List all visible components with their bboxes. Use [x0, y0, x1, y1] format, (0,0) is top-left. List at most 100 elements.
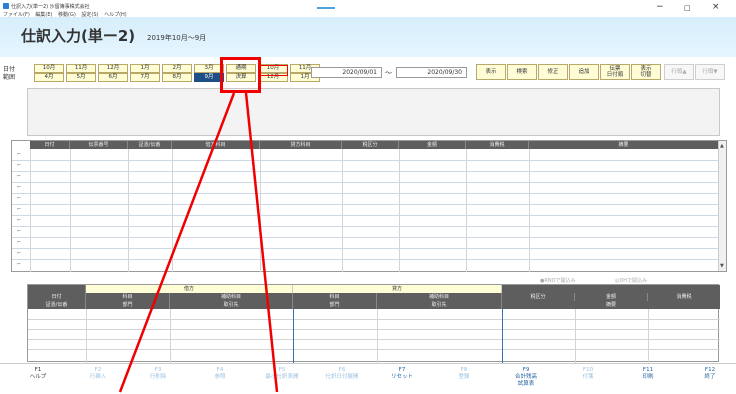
message-area — [27, 88, 720, 136]
f5-button[interactable]: F5 最小仕訳表開 — [252, 367, 312, 381]
display-button[interactable]: 表示 — [476, 64, 506, 80]
detail-col-tax: 消費税 — [648, 293, 720, 301]
row-marker-icon[interactable]: ⌐ — [17, 195, 23, 202]
row-marker-icon[interactable]: ⌐ — [17, 261, 23, 268]
callout-highlight-box — [220, 57, 261, 93]
maximize-icon[interactable]: □ — [684, 4, 691, 12]
fkey-label: F5 — [278, 367, 286, 373]
detail-col-date: 日付 — [28, 293, 86, 301]
nav-prev-label: 行頭▲ — [671, 69, 687, 75]
grid-row-line — [12, 204, 719, 205]
grid-row-line — [12, 248, 719, 249]
row-marker-icon[interactable]: ⌐ — [17, 206, 23, 213]
month-btn-r2-4[interactable]: 8月 — [162, 73, 192, 82]
month-btn-r2-2[interactable]: 6月 — [98, 73, 128, 82]
detail-vline — [86, 309, 87, 363]
f10-sticky-button[interactable]: F10 付箋 — [558, 367, 618, 381]
col-consumption-tax: 消費税 — [466, 141, 529, 149]
search-button[interactable]: 検索 — [507, 64, 537, 80]
add-label: 追加 — [578, 69, 590, 75]
fkey-label: F3 — [154, 367, 162, 373]
close-icon[interactable]: × — [712, 2, 720, 12]
search-label: 検索 — [516, 69, 528, 75]
page-title: 仕訳入力(単ー2) — [21, 27, 136, 45]
f6-button[interactable]: F6 仕訳日付展開 — [312, 367, 372, 381]
modify-label: 修正 — [547, 69, 559, 75]
nav-next-button[interactable]: 行頭▼ — [695, 64, 725, 80]
month-btn-r2-0[interactable]: 4月 — [34, 73, 64, 82]
date-tilde: ～ — [385, 69, 392, 77]
grid-scrollbar[interactable]: ▲ ▼ — [718, 141, 726, 271]
col-summary: 摘要 — [618, 142, 629, 148]
fkey-text: リセット — [390, 374, 413, 380]
month-btn-r1-1[interactable]: 11月 — [66, 64, 96, 73]
fkey-text: 行削除 — [149, 374, 167, 380]
detail-vline — [502, 309, 503, 363]
display-switch-button[interactable]: 表示 切替 — [631, 64, 661, 80]
minimize-icon[interactable]: − — [656, 2, 664, 12]
row-marker-icon[interactable]: ⌐ — [17, 250, 23, 257]
modify-button[interactable]: 修正 — [538, 64, 568, 80]
date-from-input[interactable]: 2020/09/01 — [311, 67, 382, 78]
fkey-text: 付箋 — [582, 374, 594, 380]
row-marker-icon[interactable]: ⌐ — [17, 162, 23, 169]
detail-vline — [575, 309, 576, 363]
scroll-up-icon[interactable]: ▲ — [720, 143, 724, 149]
row-marker-icon[interactable]: ⌐ — [17, 217, 23, 224]
sort-label-2: 日付順 — [606, 72, 624, 78]
switch-label-2: 切替 — [640, 72, 652, 78]
display-label: 表示 — [485, 69, 497, 75]
detail-spacer — [28, 285, 86, 293]
col-amount: 金額 — [399, 141, 466, 149]
row-marker-icon[interactable]: ⌐ — [17, 228, 23, 235]
scroll-down-icon[interactable]: ▼ — [720, 263, 724, 269]
f1-help-button[interactable]: F1 ヘルプ — [8, 367, 68, 381]
journal-grid[interactable]: 日付 伝票番号 証憑/伝番 借方科目 貸方科目 税区分 金額 消費税 摘要 ⌐ … — [11, 140, 727, 272]
radio-dh-filter[interactable]: ◎DHで開込み — [615, 277, 647, 284]
row-marker-icon[interactable]: ⌐ — [17, 184, 23, 191]
fkey-label: F10 — [582, 367, 594, 373]
grid-vline — [128, 149, 129, 272]
row-marker-icon[interactable]: ⌐ — [17, 151, 23, 158]
fkey-text: 行挿入 — [89, 374, 107, 380]
f11-print-button[interactable]: F11 印刷 — [618, 367, 678, 381]
month-btn-r1-2[interactable]: 12月 — [98, 64, 128, 73]
f7-reset-button[interactable]: F7 リセット — [372, 367, 432, 381]
detail-vline — [293, 309, 294, 363]
detail-col-debit-account: 科目 — [86, 293, 170, 301]
f9-trial-balance-button[interactable]: F9 合計残高 試算表 — [496, 367, 556, 388]
detail-entry-area[interactable]: 借方 貸方 日付 科目 補助科目 科目 補助科目 税区分 金額 消費税 証憑/伝… — [27, 284, 720, 363]
grid-row-line — [12, 259, 719, 260]
detail-row-line — [28, 319, 720, 320]
nav-prev-button[interactable]: 行頭▲ — [664, 64, 694, 80]
month-btn-r2-3[interactable]: 7月 — [130, 73, 160, 82]
month-btn-r1-4[interactable]: 2月 — [162, 64, 192, 73]
grid-vline — [260, 149, 261, 272]
detail-col-debit-partner: 取引先 — [170, 301, 293, 309]
f4-reference-button[interactable]: F4 参照 — [190, 367, 250, 381]
col-debit-account: 借方科目 — [172, 141, 260, 149]
detail-col-amount: 金額 — [575, 293, 648, 301]
add-button[interactable]: 追加 — [569, 64, 599, 80]
callout-highlight-small — [258, 65, 288, 76]
row-marker-icon[interactable]: ⌐ — [17, 239, 23, 246]
row-marker-icon[interactable]: ⌐ — [17, 173, 23, 180]
month-btn-r1-3[interactable]: 1月 — [130, 64, 160, 73]
grid-row-line — [12, 182, 719, 183]
f3-delete-row-button[interactable]: F3 行削除 — [128, 367, 188, 381]
f8-register-button[interactable]: F8 登録 — [434, 367, 494, 381]
sort-voucher-date-button[interactable]: 伝票 日付順 — [600, 64, 630, 80]
fkey-label: F7 — [398, 367, 406, 373]
detail-col-tax-class: 税区分 — [502, 293, 575, 301]
detail-vline — [377, 309, 378, 363]
grid-header: 日付 伝票番号 証憑/伝番 借方科目 貸方科目 税区分 金額 消費税 摘要 — [30, 141, 718, 149]
f2-insert-row-button[interactable]: F2 行挿入 — [68, 367, 128, 381]
f12-exit-button[interactable]: F12 終了 — [680, 367, 736, 381]
grid-vline — [399, 149, 400, 272]
detail-col-credit-account: 科目 — [293, 293, 377, 301]
month-btn-r2-1[interactable]: 5月 — [66, 73, 96, 82]
grid-row-line — [12, 171, 719, 172]
month-btn-r1-0[interactable]: 10月 — [34, 64, 64, 73]
radio-rno-filter[interactable]: ●RNOで開込み — [540, 277, 576, 284]
date-to-input[interactable]: 2020/09/30 — [396, 67, 467, 78]
